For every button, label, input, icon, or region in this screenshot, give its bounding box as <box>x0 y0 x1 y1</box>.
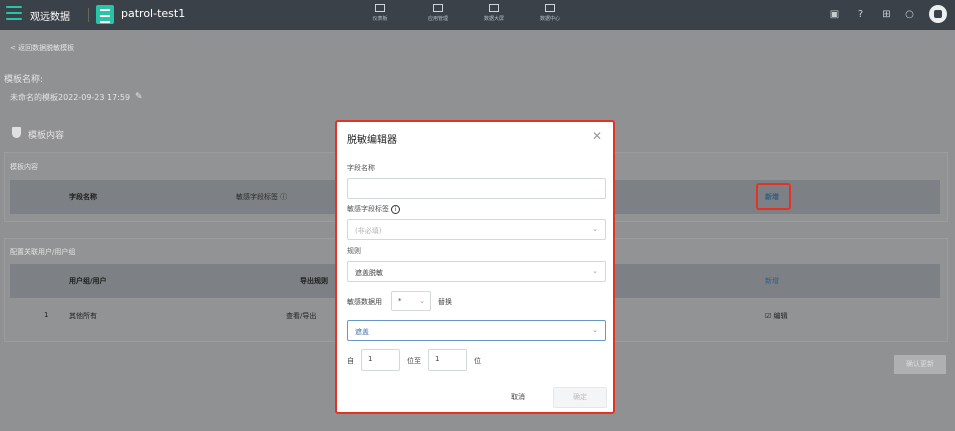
edit-pencil-icon[interactable]: ✎ <box>135 92 143 102</box>
field-name-input[interactable] <box>347 178 606 199</box>
row-user: 其他所有 <box>69 312 97 320</box>
apps-icon <box>433 4 443 12</box>
nav-dashboard[interactable]: 仪表板 <box>360 4 400 22</box>
row-index: 1 <box>44 311 49 319</box>
bar-chart-icon <box>375 4 385 12</box>
database-icon <box>545 4 555 12</box>
unit-label: 位 <box>474 357 481 365</box>
replace-suffix: 替换 <box>438 298 452 306</box>
app-icon <box>96 5 114 24</box>
highlight-box <box>756 183 791 210</box>
info-icon: ⓘ <box>280 193 288 201</box>
template-name: 未命名的模板2022-09-23 17:59 <box>10 93 131 102</box>
info-icon: i <box>391 204 401 214</box>
sensitive-tag-select[interactable]: (非必填) ⌄ <box>347 219 606 240</box>
edit-icon: ☑ <box>765 312 772 320</box>
mask-mode-select[interactable]: 遮盖 ⌄ <box>347 320 606 341</box>
from-label: 自 <box>347 357 354 365</box>
from-position-input[interactable]: 1 <box>361 349 400 371</box>
screen-icon <box>489 4 499 12</box>
help-icon[interactable]: ? <box>855 9 866 20</box>
row-export-rule: 查看/导出 <box>286 312 317 320</box>
col-field-name: 字段名称 <box>69 193 97 201</box>
message-icon[interactable]: ▣ <box>829 9 840 20</box>
nav-data-center[interactable]: 数据中心 <box>530 4 570 22</box>
back-link[interactable]: < 返回数据脱敏模板 <box>10 43 74 53</box>
chevron-down-icon: ⌄ <box>419 297 425 305</box>
shield-icon <box>12 127 21 138</box>
chevron-down-icon: ⌄ <box>592 225 598 233</box>
cancel-button[interactable]: 取消 <box>511 392 525 402</box>
top-bar: 观远数据 patrol-test1 仪表板 应用管理 数据大屏 数据中心 ▣ ?… <box>0 0 955 30</box>
to-label: 位至 <box>407 357 421 365</box>
add-user-button[interactable]: 新增 <box>765 276 779 286</box>
mask-editor-dialog: 脱敏编辑器 ✕ 字段名称 敏感字段标签 i (非必填) ⌄ 规则 遮盖脱敏 ⌄ … <box>335 120 615 414</box>
col-sensitive-tag: 敏感字段标签 ⓘ <box>236 193 288 201</box>
brand-name: 观远数据 <box>30 12 70 23</box>
row-edit-button[interactable]: ☑ 编辑 <box>765 311 788 321</box>
menu-icon[interactable] <box>6 6 22 22</box>
divider <box>88 8 89 22</box>
app-name[interactable]: patrol-test1 <box>121 7 185 20</box>
chevron-down-icon: ⌄ <box>592 326 598 334</box>
search-icon[interactable]: ○ <box>904 9 915 20</box>
rule-label: 规则 <box>347 247 361 255</box>
content-panel-title: 模板内容 <box>10 163 38 171</box>
to-position-input[interactable]: 1 <box>428 349 467 371</box>
sensitive-tag-label: 敏感字段标签 i <box>347 204 401 214</box>
rule-select[interactable]: 遮盖脱敏 ⌄ <box>347 261 606 282</box>
nav-app-manage[interactable]: 应用管理 <box>418 4 458 22</box>
users-panel-title: 配置关联用户/用户组 <box>10 248 76 256</box>
grid-icon[interactable]: ⊞ <box>881 9 892 20</box>
chevron-down-icon: ⌄ <box>592 267 598 275</box>
col-user: 用户组/用户 <box>69 277 107 285</box>
ok-button[interactable]: 确定 <box>553 387 607 408</box>
field-name-label: 字段名称 <box>347 164 375 172</box>
avatar[interactable] <box>929 5 947 23</box>
nav-data-screen[interactable]: 数据大屏 <box>474 4 514 22</box>
dialog-title: 脱敏编辑器 <box>347 135 397 146</box>
confirm-update-button[interactable]: 确认更新 <box>894 355 946 374</box>
template-name-label: 模板名称: <box>4 75 44 85</box>
section-title: 模板内容 <box>28 131 65 141</box>
replace-char-select[interactable]: * ⌄ <box>391 291 431 311</box>
replace-prefix: 敏感数据用 <box>347 298 382 306</box>
col-export-rule: 导出规则 <box>300 277 328 285</box>
close-icon[interactable]: ✕ <box>592 129 602 143</box>
